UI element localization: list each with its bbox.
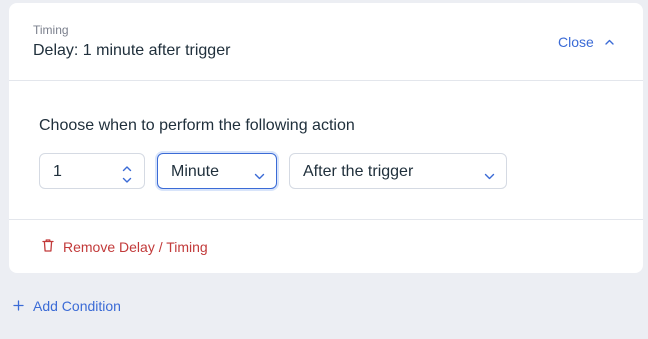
header-divider	[9, 80, 643, 81]
timing-prompt: Choose when to perform the following act…	[39, 117, 355, 134]
delay-unit-select[interactable]: Minute	[157, 153, 277, 189]
chevron-down-icon	[484, 167, 495, 185]
add-condition-button[interactable]: Add Condition	[13, 298, 121, 314]
delay-amount-stepper[interactable]: 1	[39, 153, 145, 189]
chevron-down-icon[interactable]	[122, 171, 132, 189]
chevron-up-icon	[605, 39, 614, 45]
close-button[interactable]: Close	[558, 33, 614, 51]
remove-delay-label: Remove Delay / Timing	[63, 239, 208, 255]
timing-section-label: Timing	[33, 23, 69, 37]
close-button-label: Close	[558, 34, 594, 50]
timing-header[interactable]: Timing Delay: 1 minute after trigger Clo…	[9, 3, 643, 80]
timing-card: Timing Delay: 1 minute after trigger Clo…	[9, 3, 643, 273]
add-condition-label: Add Condition	[33, 298, 121, 314]
trigger-relation-value: After the trigger	[303, 163, 414, 180]
delay-amount-value: 1	[53, 163, 62, 180]
remove-delay-button[interactable]: Remove Delay / Timing	[42, 239, 208, 255]
plus-icon	[13, 298, 24, 314]
chevron-down-icon	[254, 167, 265, 185]
trigger-relation-select[interactable]: After the trigger	[289, 153, 507, 189]
footer-divider	[9, 219, 643, 220]
delay-unit-value: Minute	[171, 163, 220, 180]
trash-icon	[42, 239, 54, 255]
timing-summary-title: Delay: 1 minute after trigger	[33, 42, 231, 59]
